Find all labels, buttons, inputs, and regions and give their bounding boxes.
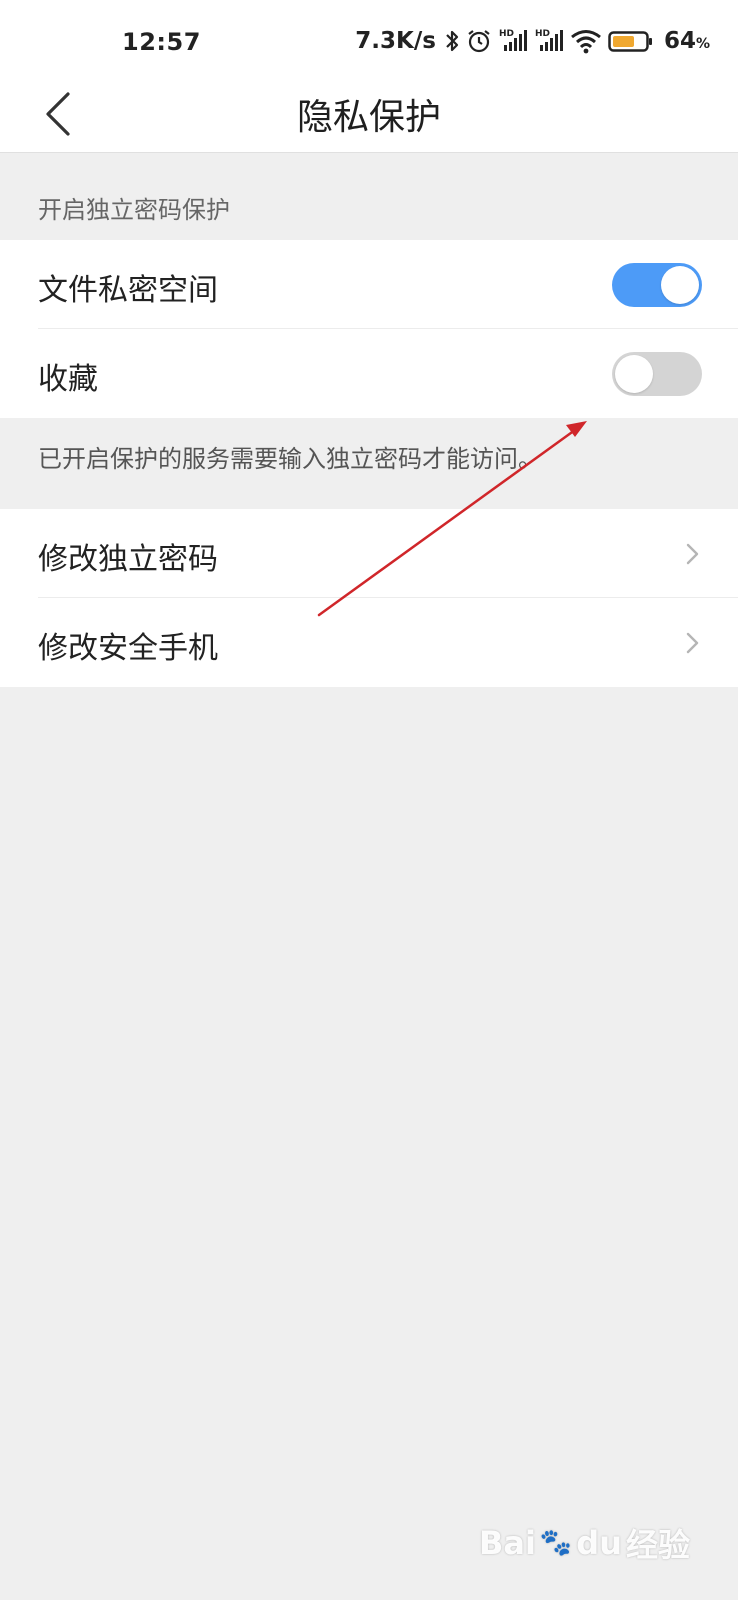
wifi-icon [570,28,602,54]
section-label-password-protection: 开启独立密码保护 [38,196,230,224]
alarm-icon [466,28,492,54]
list-item-private-space[interactable]: 文件私密空间 [0,240,738,329]
bluetooth-icon [444,28,460,54]
toggle-knob [615,355,653,393]
page-title: 隐私保护 [296,97,441,138]
watermark-brand2: du [576,1524,622,1562]
watermark-brand: Bai [478,1524,536,1562]
status-icons: 7.3K/s HD HD 64% [355,26,710,56]
list-item-change-password[interactable]: 修改独立密码 [0,509,738,598]
password-management-group: 修改独立密码 修改安全手机 [0,509,738,687]
protection-help-text: 已开启保护的服务需要输入独立密码才能访问。 [38,445,542,473]
battery-icon [608,28,654,54]
svg-text:HD: HD [499,29,514,39]
svg-text:HD: HD [535,29,550,39]
signal-hd-icon: HD [534,28,564,54]
list-item-label: 修改安全手机 [38,631,218,666]
list-item-label: 文件私密空间 [38,273,218,308]
screen: 12:57 7.3K/s HD HD 64% 隐私保护 开启独立密码保护 文件私… [0,0,738,1600]
signal-hd-icon: HD [498,28,528,54]
chevron-right-icon [686,632,699,654]
password-protection-group: 文件私密空间 收藏 [0,240,738,418]
watermark-suffix: 经验 [625,1526,690,1564]
favorites-toggle[interactable] [612,352,702,396]
toggle-knob [661,266,699,304]
chevron-right-icon [686,543,699,565]
baidu-jingyan-watermark: Bai 🐾 du 经验 [479,1520,690,1566]
list-item-label: 收藏 [38,362,98,397]
battery-percent-unit: % [695,36,710,52]
status-bar: 12:57 7.3K/s HD HD 64% [0,0,738,76]
paw-icon: 🐾 [539,1528,573,1558]
private-space-toggle[interactable] [612,263,702,307]
battery-percent: 64% [664,28,710,54]
list-item-favorites[interactable]: 收藏 [0,329,738,418]
battery-percent-value: 64 [663,28,696,54]
list-item-label: 修改独立密码 [38,542,218,577]
navigation-header: 隐私保护 [0,76,738,153]
status-time: 12:57 [122,28,201,56]
list-item-change-phone[interactable]: 修改安全手机 [0,598,738,687]
network-speed: 7.3K/s [355,28,436,54]
